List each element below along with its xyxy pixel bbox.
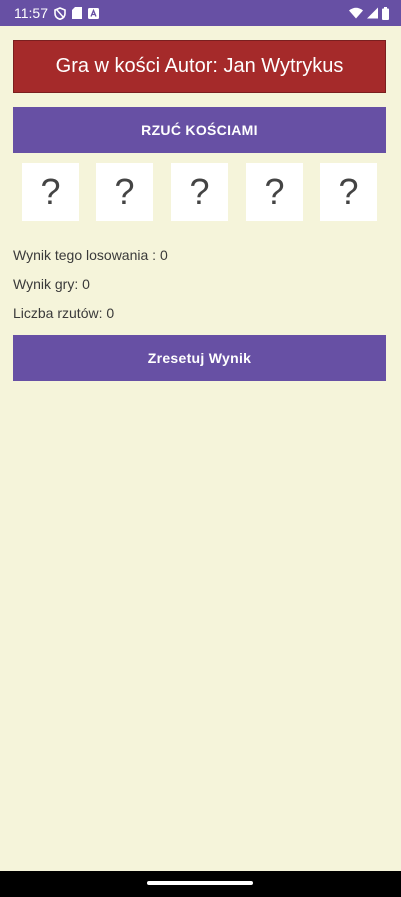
shield-icon bbox=[54, 6, 66, 20]
clock: 11:57 bbox=[14, 5, 48, 21]
title-banner: Gra w kości Autor: Jan Wytrykus bbox=[13, 40, 386, 93]
navigation-bar bbox=[0, 871, 401, 897]
status-bar: 11:57 bbox=[0, 0, 401, 26]
game-score-text: Wynik gry: 0 bbox=[13, 276, 90, 292]
draw-score-text: Wynik tego losowania : 0 bbox=[13, 247, 168, 263]
die-2[interactable]: ? bbox=[96, 163, 153, 221]
reset-score-button[interactable]: Zresetuj Wynik bbox=[13, 335, 386, 381]
die-5[interactable]: ? bbox=[320, 163, 377, 221]
die-1[interactable]: ? bbox=[22, 163, 79, 221]
status-left: 11:57 bbox=[14, 5, 99, 21]
roll-count-text: Liczba rzutów: 0 bbox=[13, 305, 115, 321]
cell-signal-icon bbox=[367, 7, 378, 19]
wifi-icon bbox=[349, 7, 363, 19]
roll-dice-button[interactable]: RZUĆ KOŚCIAMI bbox=[13, 107, 386, 153]
home-gesture-handle[interactable] bbox=[147, 881, 253, 885]
dice-row: ? ? ? ? ? bbox=[22, 163, 378, 221]
text-notification-icon bbox=[88, 7, 99, 19]
die-4[interactable]: ? bbox=[246, 163, 303, 221]
app-screen: Gra w kości Autor: Jan Wytrykus RZUĆ KOŚ… bbox=[0, 26, 401, 871]
status-right bbox=[349, 6, 389, 20]
battery-icon bbox=[382, 6, 389, 20]
die-3[interactable]: ? bbox=[171, 163, 228, 221]
sd-card-icon bbox=[72, 7, 82, 19]
